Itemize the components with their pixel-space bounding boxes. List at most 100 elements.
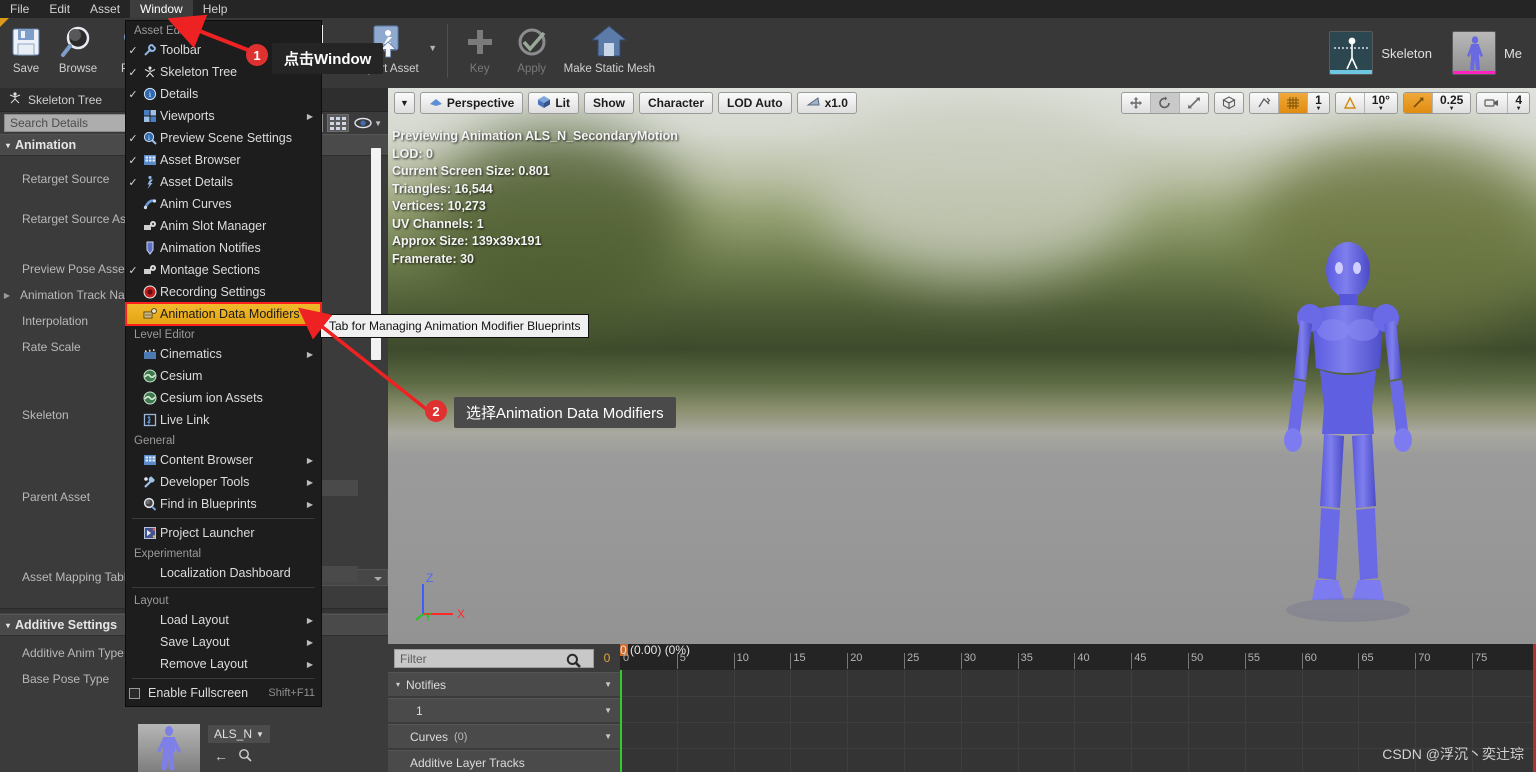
magnifier-icon[interactable] [238, 748, 252, 765]
menu-file[interactable]: File [0, 0, 39, 18]
house-icon [589, 22, 629, 62]
chevron-down-icon[interactable]: ▼ [604, 680, 612, 689]
check-mark-icon: ✓ [128, 132, 138, 145]
grid-snap-toggle[interactable] [1279, 93, 1309, 113]
timeline-track-1[interactable]: 1 ▼ [388, 698, 620, 722]
svg-text:X: X [457, 607, 465, 621]
viewport-perspective-button[interactable]: Perspective [419, 92, 524, 114]
timeline-track-notifies[interactable]: ▾ Notifies ▼ [388, 672, 620, 696]
viewport-character-button[interactable]: Character [638, 92, 714, 114]
menu-item-preview-scene-settings[interactable]: ✓ i Preview Scene Settings [126, 127, 321, 149]
browse-button[interactable]: Browse [52, 18, 104, 86]
skeleton-value-dropdown[interactable] [318, 480, 358, 496]
surface-snap-button[interactable] [1250, 93, 1280, 113]
menu-item-details[interactable]: ✓ i Details [126, 83, 321, 105]
save-button[interactable]: Save [0, 18, 52, 86]
menu-item-animation-data-modifiers[interactable]: Animation Data Modifiers [125, 302, 322, 326]
menu-help[interactable]: Help [193, 0, 238, 18]
ruler-tick-label: 0 [623, 652, 630, 664]
mode-mesh-button[interactable]: Me [1442, 31, 1532, 75]
menu-item-remove-layout[interactable]: Remove Layout ▶ [126, 653, 321, 675]
menu-item-viewports[interactable]: Viewports ▶ [126, 105, 321, 127]
ruler-tick-label: 35 [1020, 652, 1033, 664]
mode-skeleton-button[interactable]: Skeleton [1319, 31, 1442, 75]
timeline-ruler[interactable]: 0 (0.00) (0%) 0 5 10 15 20 25 30 35 40 45 50 55 60 65… [620, 643, 1536, 670]
viewport-lit-button[interactable]: Lit [528, 92, 579, 114]
grid-snap-icon [1287, 97, 1300, 109]
menu-item-label: Localization Dashboard [160, 566, 291, 580]
grid-view-icon[interactable] [327, 114, 350, 132]
menu-item-cinematics[interactable]: Cinematics ▶ [126, 343, 321, 365]
menu-item-cesium-ion-assets[interactable]: Cesium ion Assets [126, 387, 321, 409]
menu-item-label: Details [160, 87, 199, 101]
export-asset-dropdown[interactable]: ▼ [425, 18, 441, 78]
scale-snap-value[interactable]: 0.25 ▼ [1433, 93, 1470, 113]
parent-asset-dropdown[interactable] [318, 566, 358, 582]
arrow-left-icon[interactable]: ← [214, 748, 228, 764]
viewport-show-button[interactable]: Show [583, 92, 634, 114]
menu-item-localization-dashboard[interactable]: Localization Dashboard [126, 562, 321, 584]
menu-item-asset-details[interactable]: ✓ Asset Details [126, 171, 321, 193]
menu-window[interactable]: Window [130, 0, 193, 18]
ruler-tick-label: 70 [1418, 652, 1431, 664]
scale-tool-button[interactable] [1180, 93, 1208, 113]
menu-item-anim-curves[interactable]: Anim Curves [126, 193, 321, 215]
collapse-caret-icon[interactable]: ▾ [396, 680, 400, 689]
viewport-playspeed-button[interactable]: x1.0 [796, 92, 857, 114]
menu-section-title: Experimental [134, 548, 202, 560]
chevron-down-icon[interactable]: ▼ [604, 706, 612, 715]
camera-speed-icon-button[interactable] [1477, 93, 1509, 113]
asset-browser-icon [140, 153, 160, 167]
angle-snap-value[interactable]: 10° ▼ [1365, 93, 1397, 113]
menu-item-animation-notifies[interactable]: Animation Notifies [126, 237, 321, 259]
record-icon [140, 285, 160, 299]
playhead[interactable] [620, 670, 622, 772]
magnifier-icon[interactable] [566, 653, 581, 673]
menu-item-enable-fullscreen[interactable]: Enable Fullscreen Shift+F11 [126, 682, 321, 704]
rotate-tool-button[interactable] [1151, 93, 1181, 113]
asset-name-chip[interactable]: ALS_N ▼ [208, 725, 270, 743]
scale-snap-toggle[interactable] [1403, 93, 1433, 113]
timeline-filter-input[interactable]: Filter [394, 648, 594, 668]
viewport-options-button[interactable]: ▼ [394, 92, 415, 114]
menu-edit[interactable]: Edit [39, 0, 80, 18]
visibility-filter[interactable]: ▼ [354, 116, 382, 130]
apply-button[interactable]: Apply [506, 18, 558, 86]
menu-item-content-browser[interactable]: Content Browser ▶ [126, 449, 321, 471]
move-tool-button[interactable] [1122, 93, 1152, 113]
expand-arrow-icon[interactable]: ▶ [0, 291, 14, 300]
chevron-down-icon[interactable]: ▼ [604, 732, 612, 741]
menu-separator [132, 587, 315, 588]
scale-snap-value-label: 0.25 [1439, 92, 1464, 107]
menu-item-asset-browser[interactable]: ✓ Asset Browser [126, 149, 321, 171]
data-modifiers-icon [140, 307, 160, 321]
grid-snap-value[interactable]: 1 ▼ [1308, 93, 1329, 113]
grid-line [1358, 670, 1360, 772]
menu-item-find-in-blueprints[interactable]: Find in Blueprints ▶ [126, 493, 321, 515]
world-coords-button[interactable] [1215, 93, 1243, 113]
preview-scene-icon: i [140, 131, 160, 145]
menu-item-recording-settings[interactable]: Recording Settings [126, 281, 321, 303]
timeline-track-additive-layer[interactable]: Additive Layer Tracks [388, 750, 620, 772]
menu-item-live-link[interactable]: Live Link [126, 409, 321, 431]
menu-item-save-layout[interactable]: Save Layout ▶ [126, 631, 321, 653]
track-label: Notifies [406, 677, 447, 692]
menu-item-anim-slot-manager[interactable]: Anim Slot Manager [126, 215, 321, 237]
viewport-lod-button[interactable]: LOD Auto [718, 92, 792, 114]
menu-item-load-layout[interactable]: Load Layout ▶ [126, 609, 321, 631]
fullscreen-checkbox[interactable] [129, 687, 140, 699]
menu-item-cesium[interactable]: Cesium [126, 365, 321, 387]
make-static-mesh-button[interactable]: Make Static Mesh [558, 18, 661, 86]
menu-item-project-launcher[interactable]: Project Launcher [126, 522, 321, 544]
timeline-track-curves[interactable]: Curves (0) ▼ [388, 724, 620, 748]
menu-item-developer-tools[interactable]: Developer Tools ▶ [126, 471, 321, 493]
asset-thumbnail[interactable] [138, 724, 200, 772]
camera-speed-value[interactable]: 4 ▼ [1508, 93, 1529, 113]
key-button[interactable]: Key [454, 18, 506, 86]
preview-viewport[interactable]: ▼ Perspective Lit Show Character LOD Aut… [388, 88, 1536, 644]
angle-snap-toggle[interactable] [1336, 93, 1365, 113]
ruler-tick-label: 75 [1475, 652, 1488, 664]
menu-asset[interactable]: Asset [80, 0, 130, 18]
stat-line: UV Channels: 1 [392, 216, 484, 231]
menu-item-montage-sections[interactable]: ✓ Montage Sections [126, 259, 321, 281]
